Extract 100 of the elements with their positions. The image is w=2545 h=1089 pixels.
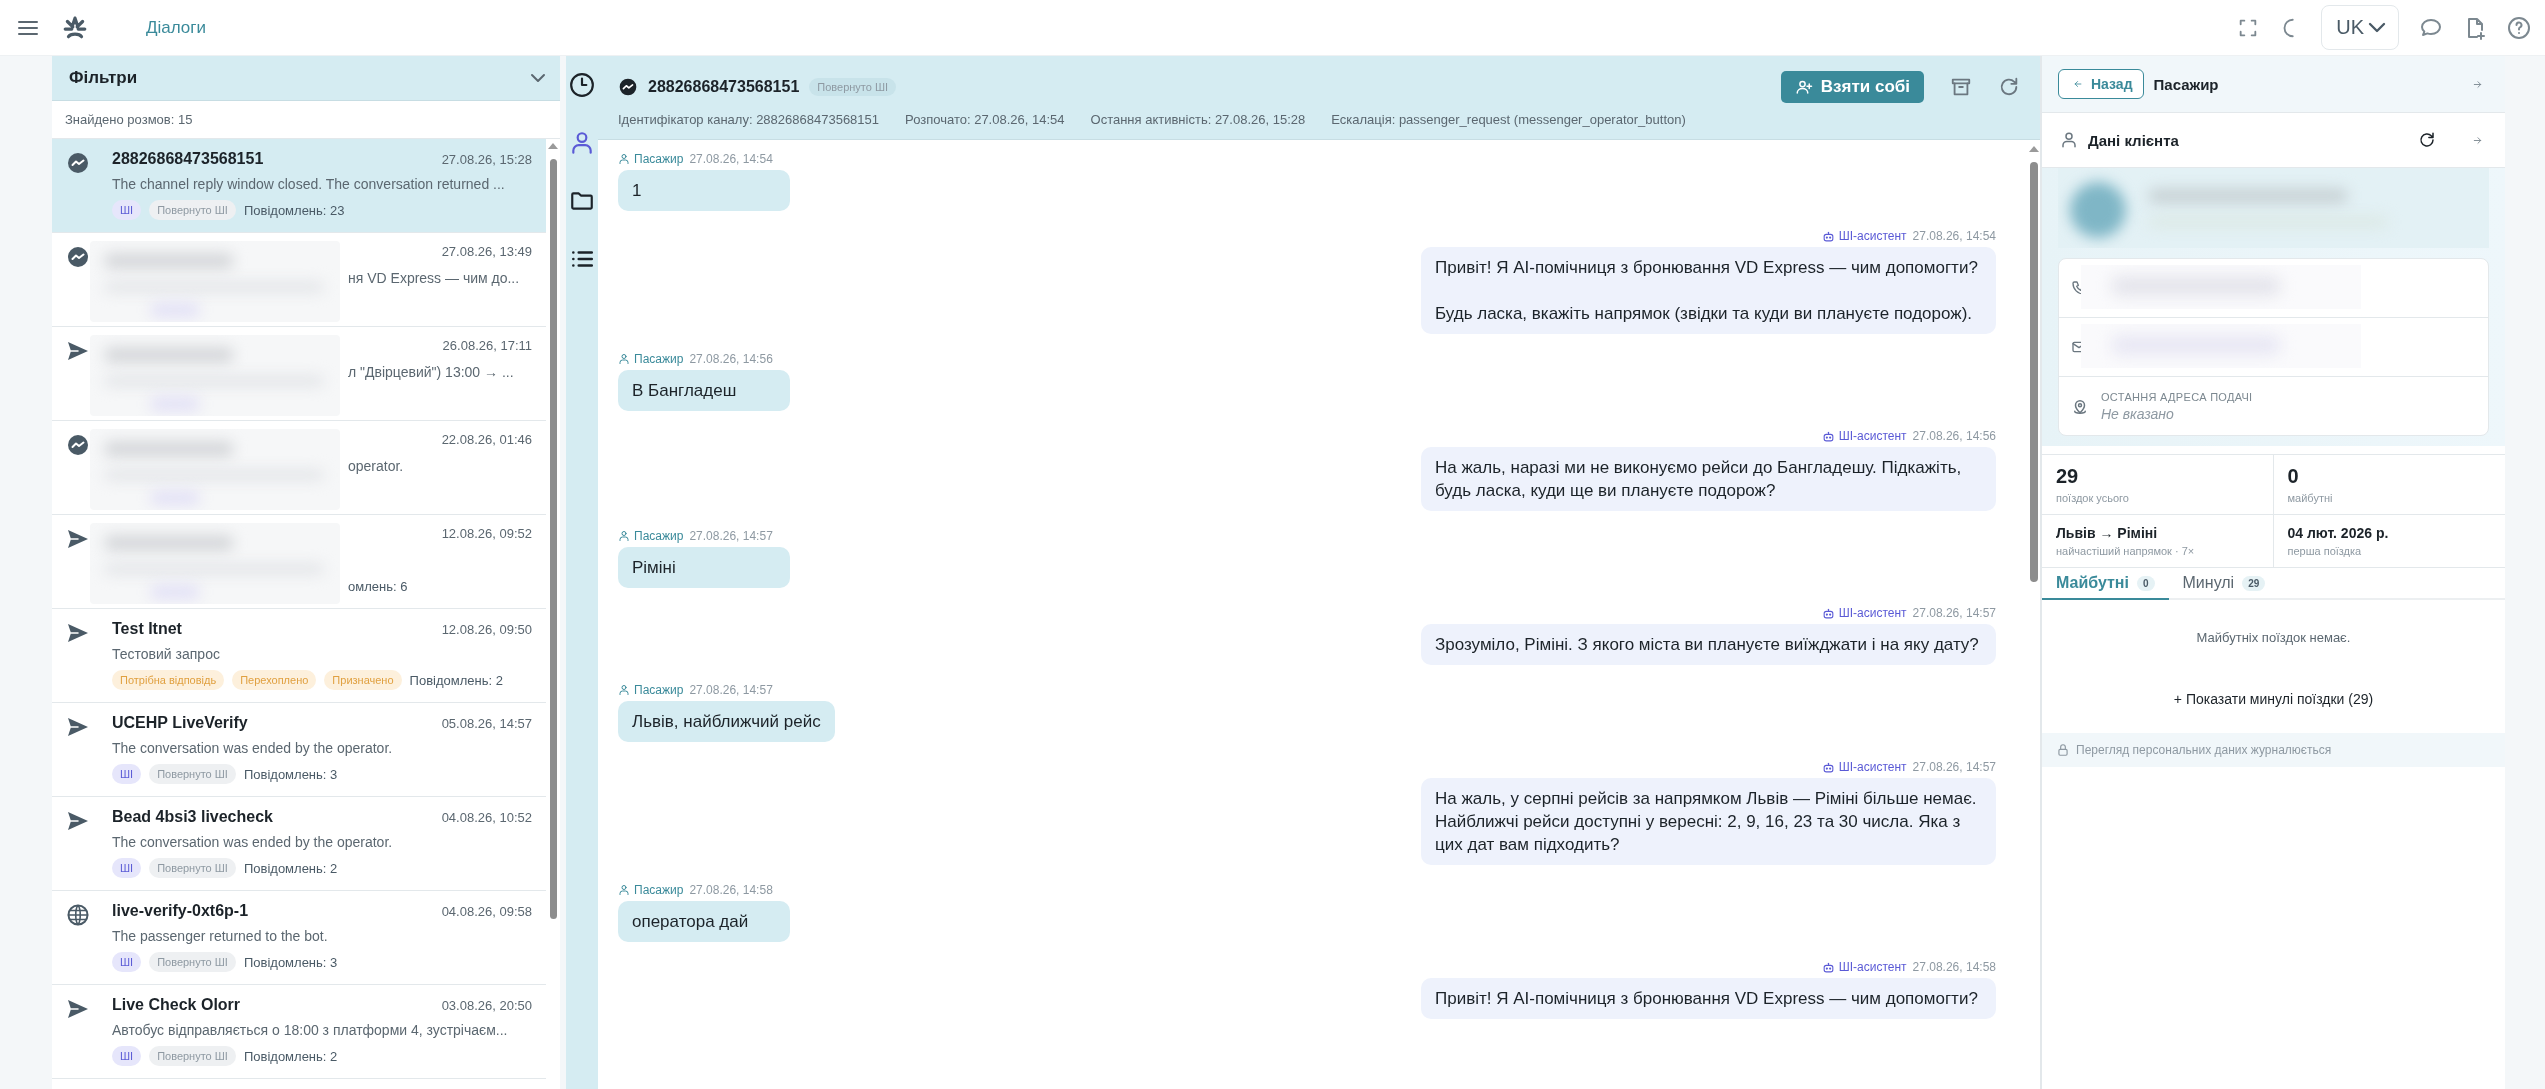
message-author: Пасажир — [634, 529, 684, 543]
person-icon — [618, 530, 630, 542]
conversation-preview: Автобус відправляється о 18:00 з платформи 4, зустрічаєм... — [112, 1022, 508, 1038]
message-bubble: На жаль, наразі ми не виконуємо рейси до Бангладешу. Підкажіть, будь ласка, куди ще ви плануєте подорож? — [1421, 447, 1996, 511]
message-time: 27.08.26, 14:57 — [1912, 760, 1996, 774]
message-time: 27.08.26, 14:57 — [689, 683, 773, 697]
location-pin-icon — [2071, 397, 2089, 415]
panel-title: Пасажир — [2153, 75, 2219, 93]
conversation-title: 28826868473568151 — [112, 150, 264, 168]
conversation-time: 27.08.26, 15:28 — [441, 152, 532, 167]
person-icon — [618, 684, 630, 696]
conversation-preview: The passenger returned to the bot. — [112, 928, 328, 944]
chat-meta: Розпочато: 27.08.26, 14:54 — [905, 112, 1065, 127]
message-bubble: Привіт! Я AI-помічниця з бронювання VD Express — чим допомогти? — [1421, 978, 1996, 1019]
conversation-title: Bead 4bsi3 livecheck — [112, 808, 273, 826]
chevron-down-icon — [532, 75, 544, 81]
robot-icon — [1821, 229, 1835, 243]
message-count: Повідомлень: 3 — [243, 766, 338, 782]
language-select[interactable]: UK — [2321, 5, 2399, 50]
status-tag: ШІ — [112, 1046, 142, 1066]
message-author: ШІ-асистент — [1838, 606, 1907, 620]
message-count: Повідомлень: 2 — [243, 1048, 338, 1064]
status-tag: Перехоплено — [232, 670, 317, 690]
stat-label: найчастіший напрямок · 7× — [2056, 545, 2196, 557]
tab[interactable]: Майбутні 0 — [2042, 568, 2169, 600]
stat-value: 04 лют. 2026 р. — [2287, 525, 2390, 541]
paper-plane-icon — [66, 809, 90, 833]
message-author: Пасажир — [634, 152, 684, 166]
message-bubble: На жаль, у серпні рейсів за напрямком Львів — Ріміні більше немає. Найближчі рейси доступні у вересні: 2, 9, 16, 23 та 30 числа. Яка з цих дат вам підходить? — [1421, 778, 1996, 865]
conversation-time: 03.08.26, 20:50 — [441, 998, 532, 1013]
conversation-time: 26.08.26, 17:11 — [442, 338, 532, 353]
person-icon — [618, 353, 630, 365]
conversation-title: Test Itnet — [112, 620, 182, 638]
stat-label: поїздок усього — [2056, 492, 2130, 504]
message-author: ШІ-асистент — [1838, 960, 1907, 974]
message-bubble: Зрозуміло, Ріміні. З якого міста ви плануєте виїжджати і на яку дату? — [1421, 624, 1996, 665]
chat-meta: Ескалація: passenger_request (messenger_operator_button) — [1331, 112, 1686, 127]
conversation-time: 04.08.26, 10:52 — [441, 810, 532, 825]
message-time: 27.08.26, 14:58 — [1912, 960, 1996, 974]
arrow-left-icon — [2073, 79, 2083, 89]
conversation-item[interactable]: 28826868473568151 27.08.26, 15:28 The channel reply window closed. The conversation returned ... ШІ Повернуто ШІ Повідомлень: 23 — [52, 139, 546, 233]
status-tag: Повернуто ШІ — [149, 200, 236, 220]
message-time: 27.08.26, 14:57 — [1912, 606, 1996, 620]
chat-title: 28826868473568151 — [648, 78, 800, 96]
person-icon — [2060, 131, 2078, 149]
tab[interactable]: Минулі 29 — [2168, 568, 2280, 600]
arrow-right-icon[interactable] — [2472, 134, 2483, 146]
messenger-icon — [618, 77, 638, 97]
conversation-title: UCEHP LiveVerify — [112, 714, 248, 732]
status-tag: ШІ — [112, 764, 142, 784]
message-bubble: В Бангладеш — [618, 370, 790, 411]
robot-icon — [1821, 760, 1835, 774]
status-tag: ШІ — [112, 200, 142, 220]
message-time: 27.08.26, 14:54 — [1912, 229, 1996, 243]
message-author: ШІ-асистент — [1838, 429, 1907, 443]
paper-plane-icon — [66, 997, 90, 1021]
stat-label: перша поїздка — [2287, 545, 2363, 557]
conversation-preview: The conversation was ended by the operator. — [112, 740, 393, 756]
status-tag: Повернуто ШІ — [149, 858, 236, 878]
help-icon[interactable] — [2507, 15, 2531, 40]
paper-plane-icon — [66, 527, 90, 551]
refresh-icon[interactable] — [2418, 131, 2436, 149]
arrow-right-icon[interactable] — [2472, 78, 2483, 90]
conversation-time: 12.08.26, 09:52 — [441, 526, 532, 541]
message-bubble: оператора дай — [618, 901, 790, 942]
paper-plane-icon — [66, 621, 90, 645]
conversation-preview: The conversation was ended by the operator. — [112, 834, 393, 850]
message-author: Пасажир — [634, 883, 684, 897]
empty-message: Майбутніх поїздок немає. — [2195, 630, 2352, 645]
chevron-down-icon — [2370, 24, 2384, 31]
stat-value: 0 — [2287, 465, 2300, 488]
show-past-link[interactable]: + Показати минулі поїздки (29) — [2173, 691, 2374, 707]
take-button[interactable]: Взяти собі — [1780, 71, 1924, 103]
messenger-icon — [66, 151, 90, 175]
conversation-preview: Тестовий запрос — [112, 646, 220, 662]
conversation-preview: The channel reply window closed. The conversation returned ... — [112, 176, 505, 192]
field-value: Не вказано — [2101, 405, 2175, 422]
back-button[interactable]: Назад — [2058, 69, 2144, 99]
clock-icon[interactable] — [569, 72, 595, 98]
add-user-icon — [1794, 78, 1813, 96]
privacy-note: Перегляд персональних даних журналюється — [2076, 743, 2332, 757]
logo-icon — [62, 14, 88, 41]
message-author: Пасажир — [634, 352, 684, 366]
stat-label: майбутні — [2287, 492, 2334, 504]
status-tag: Повернуто ШІ — [149, 764, 236, 784]
message-time: 27.08.26, 14:58 — [689, 883, 773, 897]
conversation-time: 12.08.26, 09:50 — [441, 622, 532, 637]
conversation-preview: ня VD Express — чим до... — [348, 270, 520, 286]
archive-icon[interactable] — [1950, 76, 1972, 98]
paper-plane-icon — [66, 339, 90, 363]
filters-header[interactable]: Фільтри — [52, 56, 560, 101]
message-author: ШІ-асистент — [1838, 760, 1907, 774]
conversation-title: live-verify-0xt6p-1 — [112, 902, 249, 920]
message-author: Пасажир — [634, 683, 684, 697]
conversation-preview: л "Двірцевий") 13:00 → ... — [348, 364, 514, 380]
message-author: ШІ-асистент — [1838, 229, 1907, 243]
nav-link[interactable]: Діалоги — [146, 17, 206, 38]
message-time: 27.08.26, 14:56 — [1912, 429, 1996, 443]
person-icon[interactable] — [569, 130, 595, 156]
message-count: Повідомлень: 3 — [243, 954, 338, 970]
